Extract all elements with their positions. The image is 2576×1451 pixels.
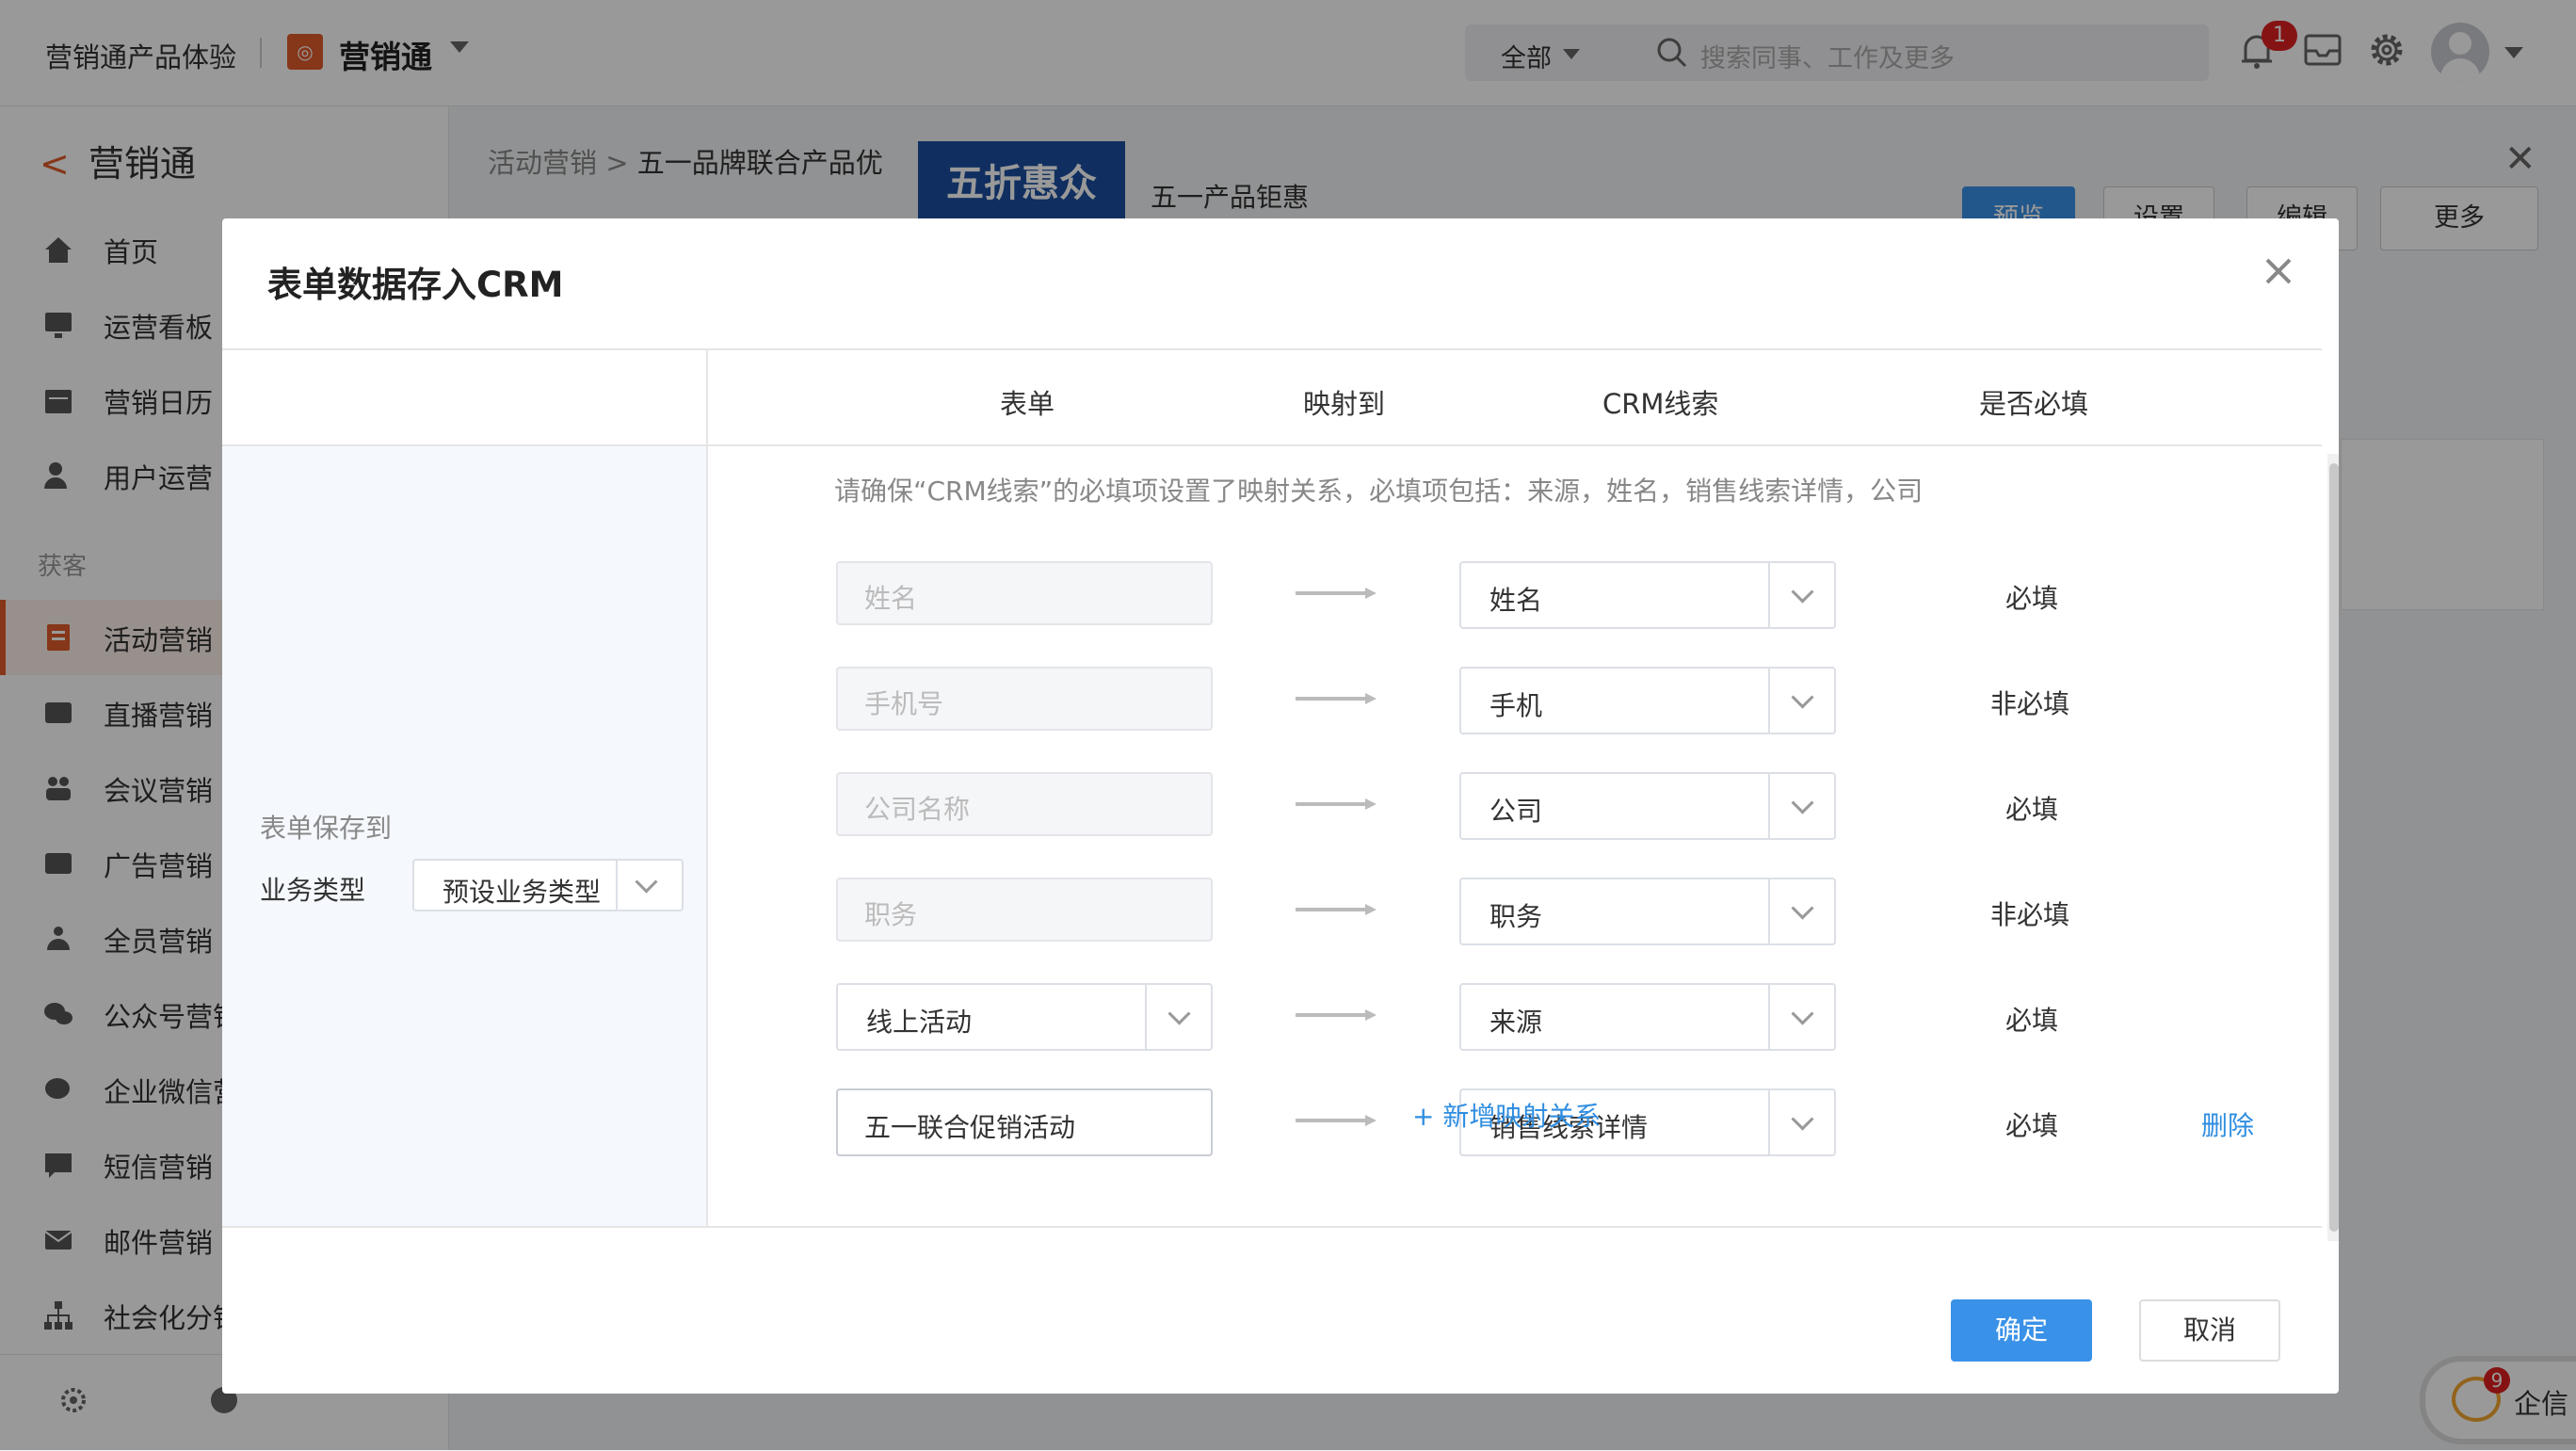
form-field-label: 手机号 [864, 688, 944, 719]
mapping-row: 手机号 手机 非必填 [708, 667, 2322, 734]
required-flag: 必填 [2005, 583, 2059, 614]
arrow-right-icon [1296, 798, 1377, 810]
chevron-down-icon[interactable] [1791, 791, 1814, 814]
pane-header [222, 350, 706, 446]
crm-field-value: 手机 [1489, 690, 1543, 721]
close-icon[interactable] [2258, 250, 2299, 292]
crm-field-select[interactable]: 手机 [1459, 667, 1836, 734]
required-flag: 非必填 [1990, 688, 2070, 719]
mapping-pane: 表单 映射到 CRM线索 是否必填 请确保“CRM线索”的必填项设置了映射关系，… [708, 350, 2322, 1226]
crm-field-select[interactable]: 公司 [1459, 772, 1836, 840]
arrow-right-icon [1296, 588, 1377, 599]
dialog-title: 表单数据存入CRM [267, 265, 564, 305]
crm-field-select[interactable]: 来源 [1459, 983, 1836, 1051]
crm-field-value: 姓名 [1489, 585, 1543, 616]
form-field-label: 公司名称 [864, 794, 971, 825]
dialog-body: 表单保存到 业务类型 预设业务类型 表单 映射到 CRM线索 是否必填 请确保“… [222, 348, 2322, 1228]
mapping-row: 线上活动 来源 必填 [708, 983, 2322, 1051]
form-field-readonly: 手机号 [836, 667, 1213, 731]
required-flag: 必填 [2005, 1005, 2059, 1036]
chevron-down-icon[interactable] [1791, 1002, 1814, 1025]
arrow-right-icon [1296, 904, 1377, 915]
crm-mapping-dialog: 表单数据存入CRM 表单保存到 业务类型 预设业务类型 表单 映射到 CRM线索… [222, 218, 2339, 1394]
crm-field-select[interactable]: 职务 [1459, 878, 1836, 945]
column-header-map: 映射到 [1303, 388, 1386, 420]
cancel-button[interactable]: 取消 [2139, 1299, 2280, 1362]
mapping-row: 公司名称 公司 必填 [708, 772, 2322, 840]
arrow-right-icon [1296, 1009, 1377, 1021]
form-field-readonly: 姓名 [836, 561, 1213, 625]
delete-mapping-link[interactable]: 删除 [2201, 1105, 2254, 1143]
chevron-down-icon[interactable] [635, 870, 658, 894]
confirm-button[interactable]: 确定 [1951, 1299, 2092, 1362]
arrow-right-icon [1296, 1115, 1377, 1126]
form-source-value: 线上活动 [866, 1007, 973, 1038]
mapping-header: 表单 映射到 CRM线索 是否必填 [708, 350, 2322, 446]
dialog-scrollbar[interactable] [2327, 454, 2339, 1241]
form-field-label: 职务 [864, 899, 918, 930]
column-header-required: 是否必填 [1979, 388, 2089, 420]
form-field-readonly: 公司名称 [836, 772, 1213, 836]
chevron-down-icon[interactable] [1791, 685, 1814, 709]
form-field-readonly: 职务 [836, 878, 1213, 942]
crm-field-value: 来源 [1489, 1007, 1543, 1038]
arrow-right-icon [1296, 693, 1377, 704]
save-to-label: 表单保存到 [260, 813, 393, 844]
mapping-notice: 请确保“CRM线索”的必填项设置了映射关系，必填项包括：来源，姓名，销售线索详情… [834, 476, 1924, 507]
required-flag: 非必填 [1990, 899, 2070, 930]
form-source-select[interactable]: 线上活动 [836, 983, 1213, 1051]
mapping-row: 职务 职务 非必填 [708, 878, 2322, 945]
business-type-value: 预设业务类型 [443, 877, 602, 908]
required-flag: 必填 [2005, 1110, 2059, 1141]
form-text-input[interactable]: 五一联合促销活动 [836, 1088, 1213, 1156]
business-type-select[interactable]: 预设业务类型 [412, 859, 684, 911]
chevron-down-icon[interactable] [1791, 1107, 1814, 1131]
business-type-label: 业务类型 [260, 875, 366, 906]
crm-field-value: 职务 [1489, 901, 1543, 932]
crm-field-value: 公司 [1489, 796, 1543, 827]
column-header-crm: CRM线索 [1602, 388, 1719, 420]
form-text-value: 五一联合促销活动 [864, 1112, 1076, 1143]
chevron-down-icon[interactable] [1791, 580, 1814, 604]
scrollbar-thumb[interactable] [2329, 463, 2339, 1232]
add-mapping-link[interactable]: + 新增映射关系 [1412, 1096, 1601, 1134]
chevron-down-icon[interactable] [1791, 896, 1814, 920]
column-header-form: 表单 [1000, 388, 1055, 420]
save-target-pane: 表单保存到 业务类型 预设业务类型 [222, 350, 708, 1226]
required-flag: 必填 [2005, 794, 2059, 825]
form-field-label: 姓名 [864, 583, 918, 614]
crm-field-select[interactable]: 姓名 [1459, 561, 1836, 629]
chevron-down-icon[interactable] [1167, 1002, 1191, 1025]
mapping-row: 姓名 姓名 必填 [708, 561, 2322, 629]
